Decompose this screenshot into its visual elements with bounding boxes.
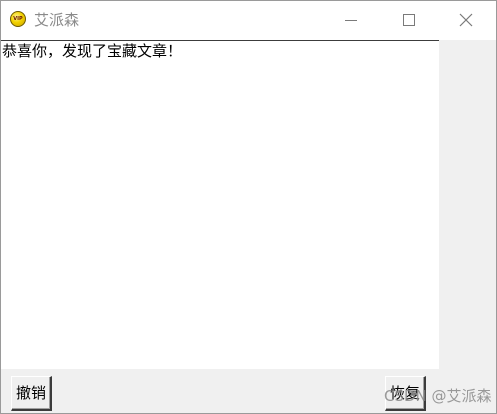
watermark: CSDN @艾派森 [384,387,492,405]
close-button[interactable] [444,1,490,40]
right-panel [439,40,496,369]
undo-button[interactable]: 撤销 [11,376,52,411]
app-icon-label: VIP [13,16,23,22]
text-editor[interactable]: 恭喜你，发现了宝藏文章！ [1,40,439,369]
vip-app-icon: VIP [10,11,26,27]
title-bar[interactable]: VIP 艾派森 [1,1,496,40]
close-icon [459,13,473,27]
minimize-icon [345,20,357,21]
app-window: VIP 艾派森 恭喜你，发现了宝藏文章！ 撤销 恢复 CSDN @艾派森 [0,0,497,414]
editor-content[interactable]: 恭喜你，发现了宝藏文章！ [2,42,182,60]
window-title: 艾派森 [34,11,80,29]
maximize-icon [403,14,415,26]
maximize-button[interactable] [386,1,432,40]
minimize-button[interactable] [328,1,374,40]
